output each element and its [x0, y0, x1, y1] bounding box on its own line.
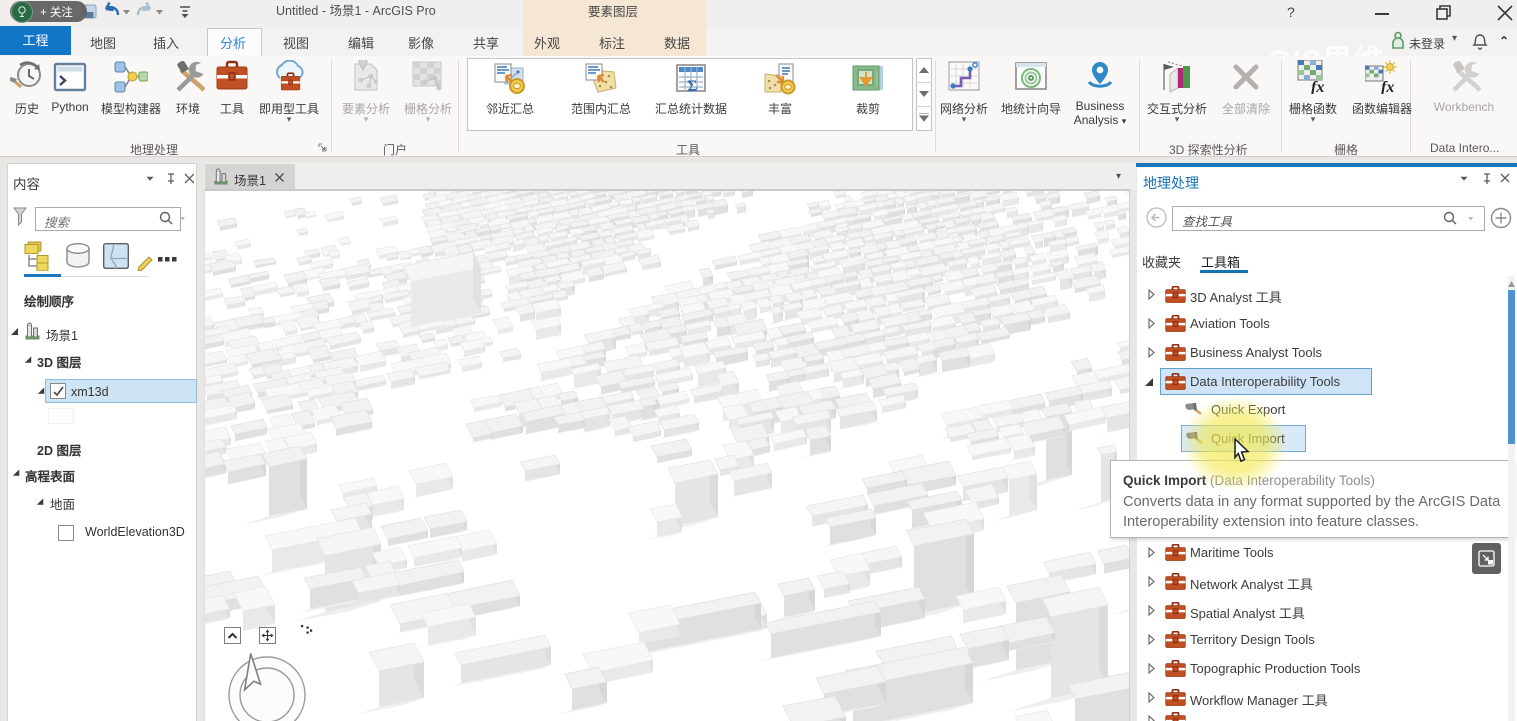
svg-text:fx: fx	[1311, 79, 1324, 94]
svg-text:Σ: Σ	[687, 78, 697, 95]
svg-text:fx: fx	[1381, 79, 1394, 94]
